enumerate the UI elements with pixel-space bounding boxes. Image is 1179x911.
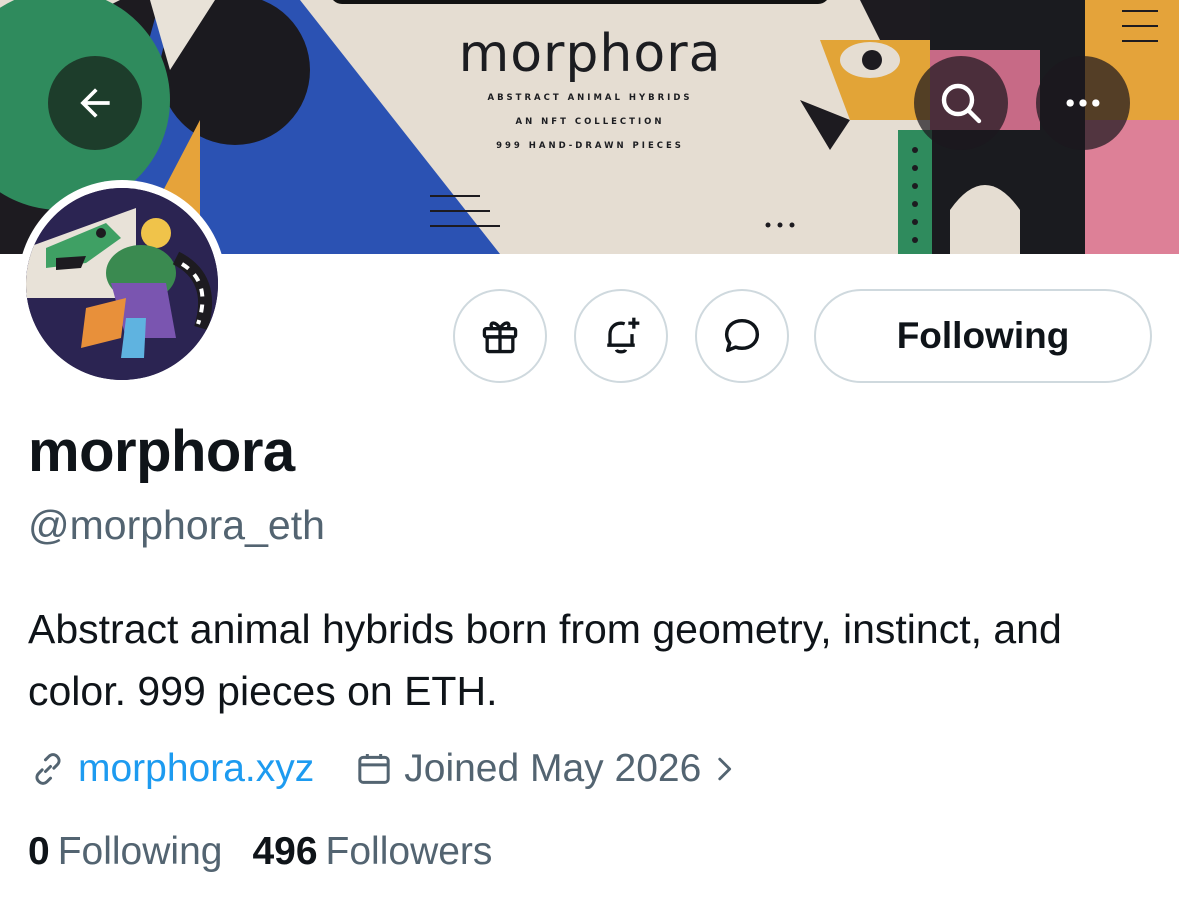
calendar-icon [358, 754, 390, 784]
avatar-artwork [26, 188, 218, 380]
follow-stats: 0 Following 496 Followers [28, 830, 522, 874]
more-horizontal-icon [1066, 99, 1100, 107]
back-button[interactable] [48, 56, 142, 150]
followers-count: 496 [252, 830, 318, 873]
handle: @morphora_eth [28, 502, 325, 548]
more-button[interactable] [1036, 56, 1130, 150]
gift-icon [482, 321, 518, 354]
chevron-right-icon [718, 757, 732, 781]
search-button[interactable] [914, 56, 1008, 150]
bio: Abstract animal hybrids born from geomet… [28, 606, 1062, 714]
joined-date: Joined May 2026 [404, 747, 702, 790]
link-icon [35, 753, 61, 785]
followers-label: Followers [325, 830, 493, 873]
banner-brand: morphora ABSTRACT ANIMAL HYBRIDS AN NFT … [300, 22, 880, 158]
display-name: morphora [28, 419, 295, 484]
banner-line: ABSTRACT ANIMAL HYBRIDS [487, 93, 693, 103]
followers-stat[interactable]: 496 Followers [252, 830, 492, 874]
website-link[interactable]: morphora.xyz [78, 747, 314, 791]
avatar-image [26, 188, 218, 380]
gift-button[interactable] [453, 289, 547, 383]
following-stat[interactable]: 0 Following [28, 830, 222, 874]
website-item[interactable]: morphora.xyz [28, 747, 314, 791]
following-count: 0 [28, 830, 50, 873]
message-button[interactable] [695, 289, 789, 383]
avatar[interactable] [18, 180, 226, 388]
following-label: Following [57, 830, 223, 873]
bell-plus-icon [607, 317, 640, 354]
banner-line: AN NFT COLLECTION [515, 117, 665, 127]
banner-brand-name: morphora [458, 24, 722, 84]
arrow-left-icon [80, 88, 110, 118]
banner-line: 999 HAND-DRAWN PIECES [496, 141, 684, 151]
search-icon [941, 83, 982, 124]
profile-meta: morphora.xyz Joined May 2026 [28, 744, 741, 794]
joined-item[interactable]: Joined May 2026 [354, 747, 741, 791]
following-button[interactable]: Following [814, 289, 1152, 383]
notify-button[interactable] [574, 289, 668, 383]
message-icon [724, 318, 760, 353]
